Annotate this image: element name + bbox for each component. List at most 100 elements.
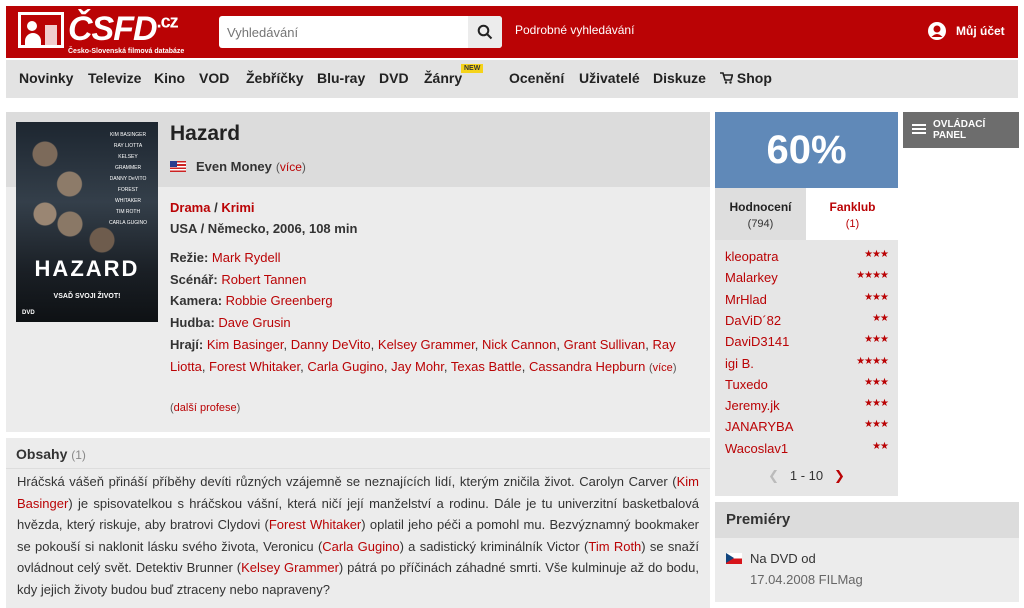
user-link[interactable]: DaViD´82 bbox=[725, 313, 781, 328]
nav-item-zanry[interactable]: Žánry NEW bbox=[424, 64, 484, 86]
nav-item-vod[interactable]: VOD bbox=[199, 70, 229, 86]
plot-count: (1) bbox=[71, 448, 86, 462]
actor-link[interactable]: Kim Basinger bbox=[207, 337, 284, 352]
search-input[interactable] bbox=[219, 16, 475, 48]
genre-drama-link[interactable]: Drama bbox=[170, 200, 210, 215]
actor-link[interactable]: Carla Gugino bbox=[307, 359, 384, 374]
camera-link[interactable]: Robbie Greenberg bbox=[226, 293, 333, 308]
account-button[interactable]: Můj účet bbox=[928, 22, 1005, 40]
nav-item-diskuze[interactable]: Diskuze bbox=[653, 70, 706, 86]
nav-item-televize[interactable]: Televize bbox=[88, 70, 141, 86]
user-link[interactable]: Tuxedo bbox=[725, 377, 768, 392]
premiere-item: Na DVD od bbox=[726, 551, 816, 566]
logo-tagline: Česko-Slovenská filmová databáze bbox=[68, 48, 185, 55]
user-rating-row: DaViD´82 ★★ bbox=[725, 312, 889, 328]
next-page-icon[interactable]: ❯ bbox=[834, 468, 845, 483]
pager-range: 1 - 10 bbox=[789, 468, 824, 483]
actor-link[interactable]: Nick Cannon bbox=[482, 337, 556, 352]
film-title: Hazard bbox=[170, 122, 241, 145]
search-icon bbox=[477, 24, 493, 40]
premieres-title: Premiéry bbox=[726, 511, 791, 528]
actor-link[interactable]: Cassandra Hepburn bbox=[529, 359, 645, 374]
plot-actor-link[interactable]: Tim Roth bbox=[588, 539, 641, 554]
nav-item-shop-label: Shop bbox=[736, 70, 772, 86]
user-link[interactable]: igi B. bbox=[725, 356, 754, 371]
us-flag-icon bbox=[170, 161, 186, 172]
user-rating-row: Malarkey ★★★★ bbox=[725, 270, 889, 285]
nav-item-zanry-label: Žánry bbox=[424, 70, 463, 86]
premiere-label: Na DVD od bbox=[750, 551, 816, 566]
cart-icon bbox=[720, 72, 734, 84]
director-link[interactable]: Mark Rydell bbox=[212, 250, 281, 265]
user-rating-row: JANARYBA ★★★ bbox=[725, 419, 889, 434]
rating-tabs: Hodnocení (794) Fanklub (1) bbox=[715, 188, 898, 240]
search-button[interactable] bbox=[468, 16, 502, 48]
alt-name-text: Even Money bbox=[196, 159, 272, 174]
plot-actor-link[interactable]: Forest Whitaker bbox=[269, 517, 361, 532]
poster-dvd-logo: DVD bbox=[22, 310, 35, 316]
nav-item-uzivatele[interactable]: Uživatelé bbox=[579, 70, 640, 86]
writer-link[interactable]: Robert Tannen bbox=[221, 272, 306, 287]
user-rating-row: Wacoslav1 ★★ bbox=[725, 441, 889, 456]
music-link[interactable]: Dave Grusin bbox=[218, 315, 290, 330]
actor-link[interactable]: Jay Mohr bbox=[391, 359, 444, 374]
film-cast: Hrají: Kim Basinger, Danny DeVito, Kelse… bbox=[170, 337, 677, 374]
prev-page-icon[interactable]: ❮ bbox=[768, 468, 779, 483]
advanced-search-link[interactable]: Podrobné vyhledávání bbox=[515, 23, 634, 37]
menu-icon bbox=[912, 124, 926, 134]
alt-names-more-link[interactable]: více bbox=[280, 160, 302, 174]
account-label: Můj účet bbox=[956, 24, 1005, 38]
user-link[interactable]: Malarkey bbox=[725, 270, 778, 285]
user-link[interactable]: kleopatra bbox=[725, 249, 778, 264]
star-rating: ★★★★ bbox=[856, 270, 889, 282]
actor-link[interactable]: Kelsey Grammer bbox=[378, 337, 475, 352]
nav-item-dvd[interactable]: DVD bbox=[379, 70, 409, 86]
logo-icon bbox=[18, 12, 64, 48]
nav-item-novinky[interactable]: Novinky bbox=[19, 70, 73, 86]
user-link[interactable]: JANARYBA bbox=[725, 419, 793, 434]
nav-item-oceneni[interactable]: Ocenění bbox=[509, 70, 564, 86]
user-rating-row: DaviD3141 ★★★ bbox=[725, 334, 889, 349]
tab-fanclub[interactable]: Fanklub (1) bbox=[807, 188, 898, 240]
crew-music: Hudba: Dave Grusin bbox=[170, 315, 291, 330]
film-alt-name: Even Money (více) bbox=[170, 159, 306, 174]
logo-text: ČSFD bbox=[68, 10, 158, 48]
cz-flag-icon bbox=[726, 553, 742, 564]
actor-link[interactable]: Grant Sullivan bbox=[564, 337, 646, 352]
plot-title: Obsahy (1) bbox=[16, 446, 86, 462]
star-rating: ★★★ bbox=[864, 249, 889, 260]
plot-text: Hráčská vášeň přináší příběhy devíti růz… bbox=[17, 474, 700, 597]
plot-actor-link[interactable]: Carla Gugino bbox=[322, 539, 399, 554]
cast-more-link[interactable]: více bbox=[653, 362, 673, 374]
star-rating: ★★★ bbox=[864, 334, 889, 346]
csfd-logo[interactable]: ČSFD.cz Česko-Slovenská filmová databáze bbox=[18, 10, 188, 56]
main-nav: Novinky Televize Kino VOD Žebříčky Blu-r… bbox=[6, 60, 1018, 98]
actor-link[interactable]: Danny DeVito bbox=[291, 337, 371, 352]
user-link[interactable]: Wacoslav1 bbox=[725, 441, 788, 456]
genre-krimi-link[interactable]: Krimi bbox=[221, 200, 254, 215]
star-rating: ★★★ bbox=[864, 398, 889, 410]
film-poster[interactable]: KIM BASINGER RAY LIOTTA KELSEY GRAMMER D… bbox=[16, 122, 158, 322]
tab-ratings[interactable]: Hodnocení (794) bbox=[715, 188, 806, 240]
actor-link[interactable]: Forest Whitaker bbox=[209, 359, 300, 374]
user-link[interactable]: MrHlad bbox=[725, 292, 767, 307]
nav-item-bluray[interactable]: Blu-ray bbox=[317, 70, 365, 86]
plot-actor-link[interactable]: Kelsey Grammer bbox=[241, 560, 339, 575]
nav-item-kino[interactable]: Kino bbox=[154, 70, 185, 86]
plot-actor-link[interactable]: Kim Basinger bbox=[17, 474, 699, 511]
star-rating: ★★★★ bbox=[856, 355, 889, 367]
star-rating: ★★ bbox=[872, 312, 889, 324]
user-link[interactable]: Jeremy.jk bbox=[725, 398, 780, 413]
nav-item-shop[interactable]: Shop bbox=[720, 70, 772, 86]
premiere-date: 17.04.2008 FILMag bbox=[750, 572, 863, 587]
nav-item-zebricky[interactable]: Žebříčky bbox=[246, 70, 304, 86]
control-panel-button[interactable]: OVLÁDACÍ PANEL bbox=[903, 112, 1019, 148]
more-professions-link[interactable]: další profese bbox=[174, 402, 237, 414]
crew-directing: Režie: Mark Rydell bbox=[170, 250, 281, 265]
actor-link[interactable]: Texas Battle bbox=[451, 359, 522, 374]
film-info: KIM BASINGER RAY LIOTTA KELSEY GRAMMER D… bbox=[6, 112, 710, 432]
user-link[interactable]: DaviD3141 bbox=[725, 334, 789, 349]
plot-section: Obsahy (1) Hráčská vášeň přináší příběhy… bbox=[6, 438, 710, 608]
logo-domain: .cz bbox=[156, 11, 179, 32]
poster-title: HAZARD bbox=[34, 256, 140, 281]
